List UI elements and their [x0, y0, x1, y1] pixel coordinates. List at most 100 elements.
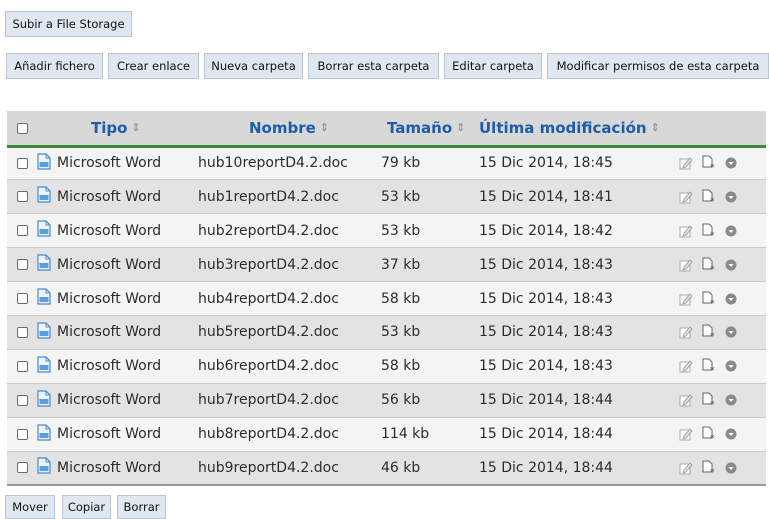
- column-header-modified[interactable]: Última modificación ⇕: [479, 111, 679, 148]
- move-button[interactable]: Mover: [5, 495, 55, 519]
- row-checkbox[interactable]: [17, 259, 28, 271]
- edit-folder-button[interactable]: Editar carpeta: [444, 53, 542, 79]
- svg-text:*: *: [710, 400, 715, 408]
- dropdown-menu-icon[interactable]: [725, 428, 737, 440]
- file-name[interactable]: hub1reportD4.2.doc: [198, 179, 381, 215]
- dropdown-menu-icon[interactable]: [725, 326, 737, 338]
- copy-icon[interactable]: *: [701, 426, 717, 442]
- dropdown-menu-icon[interactable]: [725, 259, 737, 271]
- file-name[interactable]: hub10reportD4.2.doc: [198, 146, 381, 181]
- file-size: 114 kb: [381, 417, 479, 452]
- row-checkbox[interactable]: [17, 428, 28, 440]
- row-checkbox[interactable]: [17, 225, 28, 237]
- delete-folder-button[interactable]: Borrar esta carpeta: [308, 53, 439, 79]
- svg-text:*: *: [710, 265, 715, 273]
- table-row[interactable]: Microsoft Word hub4reportD4.2.doc 58 kb 15 …: [7, 281, 766, 316]
- file-name[interactable]: hub5reportD4.2.doc: [198, 315, 381, 350]
- copy-icon[interactable]: *: [701, 324, 717, 340]
- file-size: 46 kb: [381, 451, 479, 486]
- copy-icon[interactable]: *: [701, 392, 717, 408]
- file-modified: 15 Dic 2014, 18:43: [479, 281, 679, 316]
- file-size: 58 kb: [381, 349, 479, 384]
- row-checkbox[interactable]: [17, 326, 28, 338]
- dropdown-menu-icon[interactable]: [725, 360, 737, 372]
- word-document-icon: [37, 254, 51, 275]
- copy-icon[interactable]: *: [701, 223, 717, 239]
- file-name[interactable]: hub3reportD4.2.doc: [198, 247, 381, 283]
- file-name[interactable]: hub7reportD4.2.doc: [198, 383, 381, 418]
- svg-text:*: *: [710, 332, 715, 340]
- file-name[interactable]: hub9reportD4.2.doc: [198, 451, 381, 486]
- dropdown-menu-icon[interactable]: [725, 191, 737, 203]
- row-checkbox[interactable]: [17, 394, 28, 406]
- delete-button[interactable]: Borrar: [117, 495, 166, 519]
- edit-icon[interactable]: [679, 427, 693, 441]
- file-modified: 15 Dic 2014, 18:44: [479, 417, 679, 452]
- copy-icon[interactable]: *: [701, 155, 717, 171]
- new-folder-button[interactable]: Nueva carpeta: [204, 53, 303, 79]
- edit-icon[interactable]: [679, 461, 693, 475]
- file-type: Microsoft Word: [57, 459, 162, 476]
- copy-icon[interactable]: *: [701, 460, 717, 476]
- table-row[interactable]: Microsoft Word hub1reportD4.2.doc 53 kb 15 …: [7, 179, 766, 215]
- svg-text:*: *: [710, 299, 715, 307]
- sort-icon: ⇕: [650, 121, 660, 135]
- edit-icon[interactable]: [679, 292, 693, 306]
- dropdown-menu-icon[interactable]: [725, 462, 737, 474]
- edit-icon[interactable]: [679, 156, 693, 170]
- row-checkbox[interactable]: [17, 360, 28, 372]
- edit-icon[interactable]: [679, 190, 693, 204]
- row-checkbox[interactable]: [17, 157, 28, 169]
- copy-button[interactable]: Copiar: [62, 495, 111, 519]
- column-header-type[interactable]: Tipo ⇕: [37, 111, 198, 148]
- copy-icon[interactable]: *: [701, 358, 717, 374]
- dropdown-menu-icon[interactable]: [725, 157, 737, 169]
- table-row[interactable]: Microsoft Word hub9reportD4.2.doc 46 kb 15 …: [7, 451, 766, 486]
- row-checkbox[interactable]: [17, 191, 28, 203]
- word-document-icon: [37, 322, 51, 343]
- file-modified: 15 Dic 2014, 18:42: [479, 213, 679, 249]
- edit-icon[interactable]: [679, 359, 693, 373]
- copy-icon[interactable]: *: [701, 257, 717, 273]
- file-type: Microsoft Word: [57, 290, 162, 307]
- create-link-button[interactable]: Crear enlace: [108, 53, 199, 79]
- table-row[interactable]: Microsoft Word hub6reportD4.2.doc 58 kb 15 …: [7, 349, 766, 384]
- table-row[interactable]: Microsoft Word hub5reportD4.2.doc 53 kb 15 …: [7, 315, 766, 350]
- svg-text:*: *: [710, 163, 715, 171]
- column-header-name[interactable]: Nombre ⇕: [198, 111, 381, 148]
- table-row[interactable]: Microsoft Word hub8reportD4.2.doc 114 kb 15…: [7, 417, 766, 452]
- file-name[interactable]: hub8reportD4.2.doc: [198, 417, 381, 452]
- file-name[interactable]: hub4reportD4.2.doc: [198, 281, 381, 316]
- row-checkbox[interactable]: [17, 462, 28, 474]
- dropdown-menu-icon[interactable]: [725, 225, 737, 237]
- file-size: 53 kb: [381, 315, 479, 350]
- file-name[interactable]: hub2reportD4.2.doc: [198, 213, 381, 249]
- upload-to-file-storage-button[interactable]: Subir a File Storage: [5, 11, 132, 37]
- word-document-icon: [37, 288, 51, 309]
- copy-icon[interactable]: *: [701, 189, 717, 205]
- word-document-icon: [37, 153, 51, 174]
- file-name[interactable]: hub6reportD4.2.doc: [198, 349, 381, 384]
- select-all-checkbox[interactable]: [17, 122, 28, 134]
- dropdown-menu-icon[interactable]: [725, 394, 737, 406]
- edit-icon[interactable]: [679, 224, 693, 238]
- edit-icon[interactable]: [679, 393, 693, 407]
- svg-text:*: *: [710, 434, 715, 442]
- table-row[interactable]: Microsoft Word hub7reportD4.2.doc 56 kb 15 …: [7, 383, 766, 418]
- row-checkbox[interactable]: [17, 293, 28, 304]
- table-row[interactable]: Microsoft Word hub2reportD4.2.doc 53 kb 15 …: [7, 213, 766, 249]
- file-modified: 15 Dic 2014, 18:44: [479, 451, 679, 486]
- table-row[interactable]: Microsoft Word hub10reportD4.2.doc 79 kb 15…: [7, 146, 766, 181]
- dropdown-menu-icon[interactable]: [725, 293, 737, 305]
- edit-icon[interactable]: [679, 325, 693, 339]
- word-document-icon: [37, 220, 51, 241]
- sort-icon: ⇕: [319, 121, 330, 135]
- add-file-button[interactable]: Añadir fichero: [6, 53, 103, 79]
- copy-icon[interactable]: *: [701, 291, 717, 307]
- file-type: Microsoft Word: [57, 324, 162, 341]
- table-row[interactable]: Microsoft Word hub3reportD4.2.doc 37 kb 15 …: [7, 247, 766, 283]
- column-header-size[interactable]: Tamaño ⇕: [381, 111, 479, 148]
- edit-icon[interactable]: [679, 258, 693, 272]
- modify-permissions-button[interactable]: Modificar permisos de esta carpeta: [547, 53, 769, 79]
- file-modified: 15 Dic 2014, 18:43: [479, 349, 679, 384]
